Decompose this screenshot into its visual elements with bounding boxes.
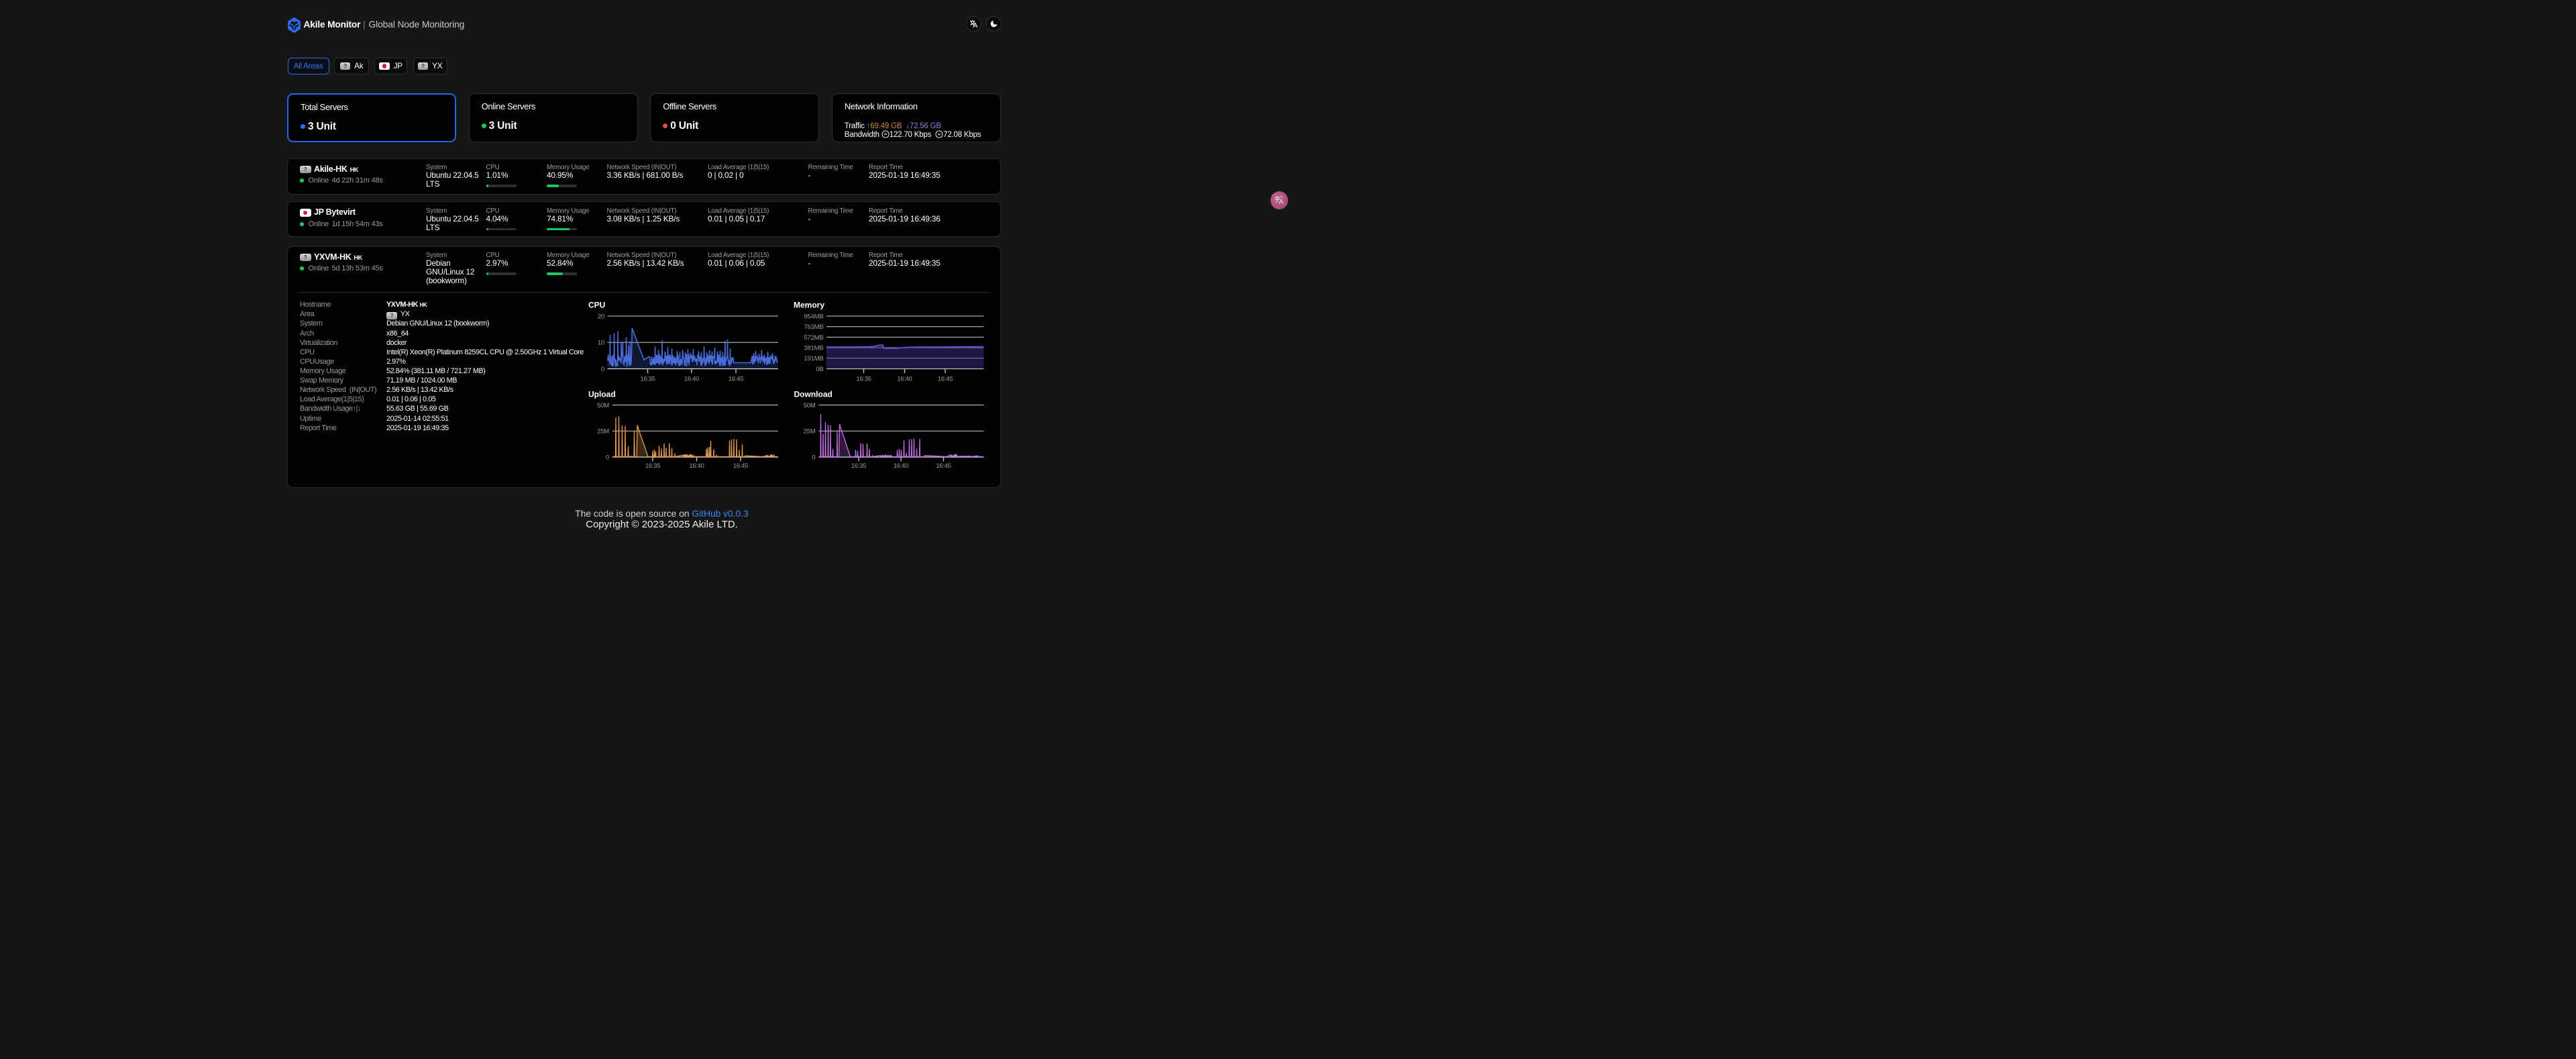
svg-text:50M: 50M bbox=[597, 402, 609, 409]
svg-text:10: 10 bbox=[597, 340, 604, 347]
svg-text:20: 20 bbox=[597, 313, 604, 320]
svg-text:25M: 25M bbox=[803, 428, 815, 436]
svg-text:16:35: 16:35 bbox=[851, 462, 865, 470]
svg-text:Memory: Memory bbox=[794, 301, 824, 310]
svg-text:25M: 25M bbox=[597, 428, 609, 436]
svg-text:16:35: 16:35 bbox=[640, 376, 655, 383]
svg-text:0: 0 bbox=[812, 454, 815, 461]
svg-text:16:35: 16:35 bbox=[856, 376, 871, 383]
svg-text:Download: Download bbox=[794, 390, 832, 399]
svg-text:16:45: 16:45 bbox=[728, 376, 743, 383]
svg-text:16:40: 16:40 bbox=[684, 376, 698, 383]
svg-text:50M: 50M bbox=[803, 402, 815, 409]
svg-text:16:40: 16:40 bbox=[893, 462, 908, 470]
svg-text:16:40: 16:40 bbox=[689, 462, 704, 470]
svg-text:16:45: 16:45 bbox=[733, 462, 747, 470]
svg-text:16:45: 16:45 bbox=[937, 376, 952, 383]
svg-text:0: 0 bbox=[605, 454, 608, 461]
svg-text:191MB: 191MB bbox=[804, 355, 823, 362]
svg-text:954MB: 954MB bbox=[804, 313, 823, 320]
svg-text:381MB: 381MB bbox=[804, 345, 823, 352]
svg-text:Upload: Upload bbox=[588, 390, 616, 399]
svg-text:16:45: 16:45 bbox=[936, 462, 951, 470]
svg-text:16:40: 16:40 bbox=[897, 376, 912, 383]
svg-text:763MB: 763MB bbox=[804, 323, 823, 331]
svg-text:16:35: 16:35 bbox=[645, 462, 659, 470]
svg-text:CPU: CPU bbox=[588, 301, 605, 310]
svg-text:0: 0 bbox=[600, 366, 604, 373]
svg-text:572MB: 572MB bbox=[804, 334, 823, 342]
svg-text:0B: 0B bbox=[816, 366, 823, 373]
